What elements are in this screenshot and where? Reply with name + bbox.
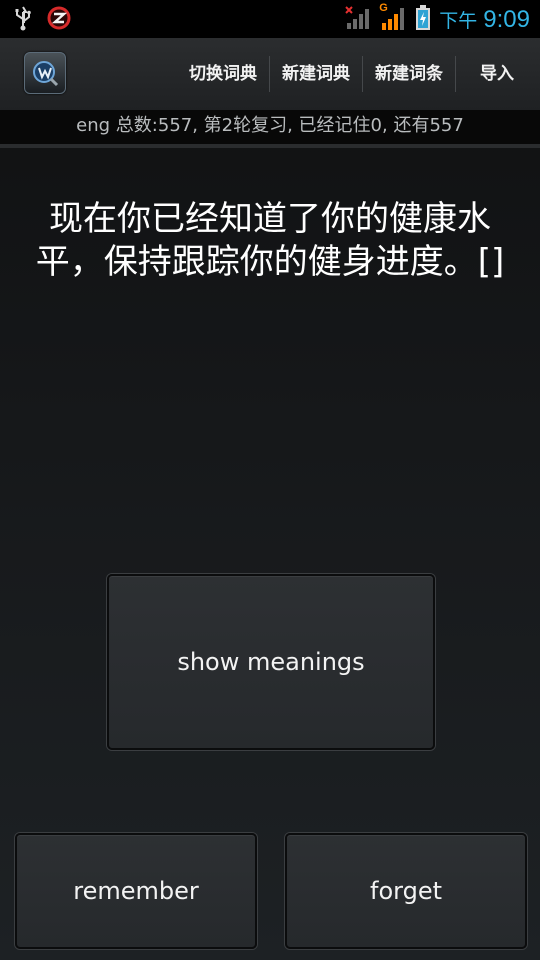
status-bar: G 下午 9:09 (0, 0, 540, 38)
show-meanings-button[interactable]: show meanings (107, 574, 435, 750)
new-entry-button[interactable]: 新建词条 (363, 56, 455, 92)
signal-g-icon: G (379, 2, 407, 36)
new-dictionary-button[interactable]: 新建词典 (270, 56, 362, 92)
zapya-icon (46, 5, 72, 35)
action-bar: 切换词典 新建词典 新建词条 导入 (0, 38, 540, 111)
usb-icon (14, 5, 32, 35)
flashcard-word: 现在你已经知道了你的健康水平，保持跟踪你的健身进度。[] (35, 199, 505, 282)
status-ampm: 下午 (439, 10, 478, 32)
status-left (14, 5, 72, 35)
switch-dictionary-button[interactable]: 切换词典 (177, 56, 269, 92)
status-right: G 下午 9:09 (345, 2, 530, 36)
status-clock: 下午 9:09 (439, 6, 530, 34)
review-progress-text: eng 总数:557, 第2轮复习, 已经记住0, 还有557 (0, 110, 540, 148)
battery-charging-icon (415, 4, 431, 36)
action-menu: 切换词典 新建词典 新建词条 导入 (177, 38, 540, 110)
screen: G 下午 9:09 切换词典 新建词典 新建词条 导入 eng 总数:557, … (0, 0, 540, 960)
remember-button[interactable]: remember (15, 833, 257, 949)
status-time: 9:09 (483, 6, 530, 33)
network-type-label: G (379, 2, 388, 14)
import-button[interactable]: 导入 (456, 56, 540, 92)
app-logo-icon[interactable] (24, 52, 66, 94)
signal-no-sim-icon (345, 5, 371, 35)
forget-button[interactable]: forget (285, 833, 527, 949)
